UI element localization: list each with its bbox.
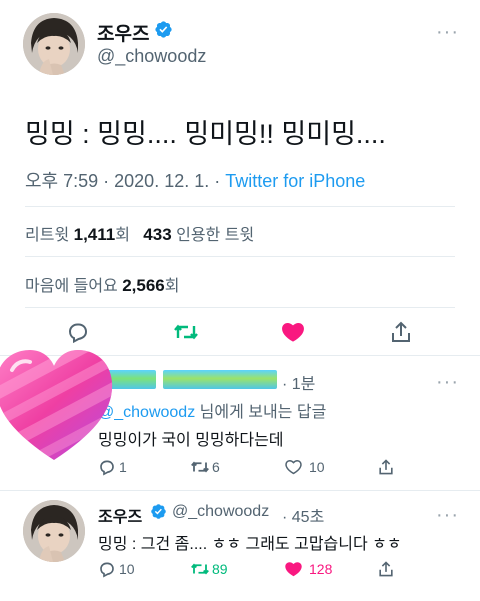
- reply-icon: [100, 562, 114, 578]
- tweet-source-link[interactable]: Twitter for iPhone: [225, 171, 365, 191]
- divider: [25, 206, 455, 207]
- like-button[interactable]: 10: [284, 458, 325, 476]
- reply-count: 1: [119, 459, 127, 475]
- reply-button[interactable]: [66, 320, 90, 344]
- share-button[interactable]: [378, 458, 394, 476]
- verified-badge-icon: [150, 503, 167, 525]
- divider: [25, 307, 455, 308]
- tweet-timestamp[interactable]: 오후 7:59 · 2020. 12. 1. ·: [25, 171, 225, 191]
- heart-sticker: [0, 350, 113, 460]
- share-button[interactable]: [390, 320, 412, 344]
- likes-label: 마음에 들어요: [25, 278, 123, 295]
- retweet-count: 89: [212, 561, 228, 577]
- like-count: 10: [309, 459, 325, 475]
- tweet-text: 밍밍 : 밍밍.... 밍미밍!! 밍미밍....: [25, 119, 386, 149]
- like-button[interactable]: 128: [284, 560, 332, 578]
- divider: [25, 256, 455, 257]
- retweet-icon: [174, 324, 198, 340]
- like-button[interactable]: [280, 320, 306, 344]
- author-avatar[interactable]: [23, 500, 85, 562]
- replying-suffix: 님에게 보내는 답글: [195, 404, 327, 421]
- retweets-unit: 회: [115, 227, 130, 244]
- likes-count: 2,566: [122, 276, 165, 295]
- retweet-icon: [191, 563, 209, 575]
- more-dots-icon[interactable]: ···: [436, 22, 459, 42]
- retweet-stats[interactable]: 리트윗 1,411회 433 인용한 트윗: [25, 221, 254, 245]
- like-count: 128: [309, 561, 333, 577]
- reply-icon: [68, 323, 88, 344]
- heart-icon: [282, 322, 304, 342]
- retweet-button[interactable]: 89: [190, 560, 228, 578]
- retweets-count: 1,411: [73, 225, 116, 244]
- retweet-count: 6: [212, 459, 220, 475]
- retweets-label: 리트윗: [25, 227, 74, 244]
- retweet-button[interactable]: 6: [190, 458, 220, 476]
- reply2-time[interactable]: · 45초: [282, 503, 324, 527]
- heart-icon: [285, 562, 302, 577]
- share-icon: [392, 321, 410, 342]
- reply1-time[interactable]: · 1분: [282, 370, 315, 394]
- author-avatar[interactable]: [23, 13, 85, 75]
- replying-to: @_chowoodz 님에게 보내는 답글: [98, 398, 326, 422]
- verified-badge-icon: [154, 20, 173, 44]
- quotes-count: 433: [143, 225, 172, 244]
- author-name[interactable]: 조우즈: [97, 19, 149, 46]
- like-stats[interactable]: 마음에 들어요 2,566회: [25, 272, 180, 296]
- quotes-label: 인용한 트윗: [171, 227, 255, 244]
- reply2-author-name[interactable]: 조우즈: [98, 503, 142, 527]
- heart-icon: [285, 460, 302, 475]
- share-icon: [379, 459, 393, 475]
- reply-count: 10: [119, 561, 135, 577]
- retweet-icon: [191, 461, 209, 473]
- author-handle[interactable]: @_chowoodz: [97, 46, 206, 67]
- more-dots-icon[interactable]: ···: [436, 372, 459, 392]
- divider: [0, 490, 480, 491]
- reply2-author-handle[interactable]: @_chowoodz: [172, 503, 269, 521]
- more-dots-icon[interactable]: ···: [436, 505, 459, 525]
- share-icon: [379, 561, 393, 577]
- retweet-button[interactable]: [173, 320, 199, 344]
- redacted-handle: [163, 370, 277, 389]
- share-button[interactable]: [378, 560, 394, 578]
- likes-unit: 회: [164, 278, 180, 295]
- tweet-meta: 오후 7:59 · 2020. 12. 1. · Twitter for iPh…: [25, 167, 365, 193]
- reply2-text: 밍밍 : 그건 좀.... ㅎㅎ 그래도 고맙습니다 ㅎㅎ: [98, 536, 402, 553]
- reply-button[interactable]: 10: [98, 560, 135, 578]
- reply1-text: 밍밍이가 국이 밍밍하다는데: [98, 432, 284, 449]
